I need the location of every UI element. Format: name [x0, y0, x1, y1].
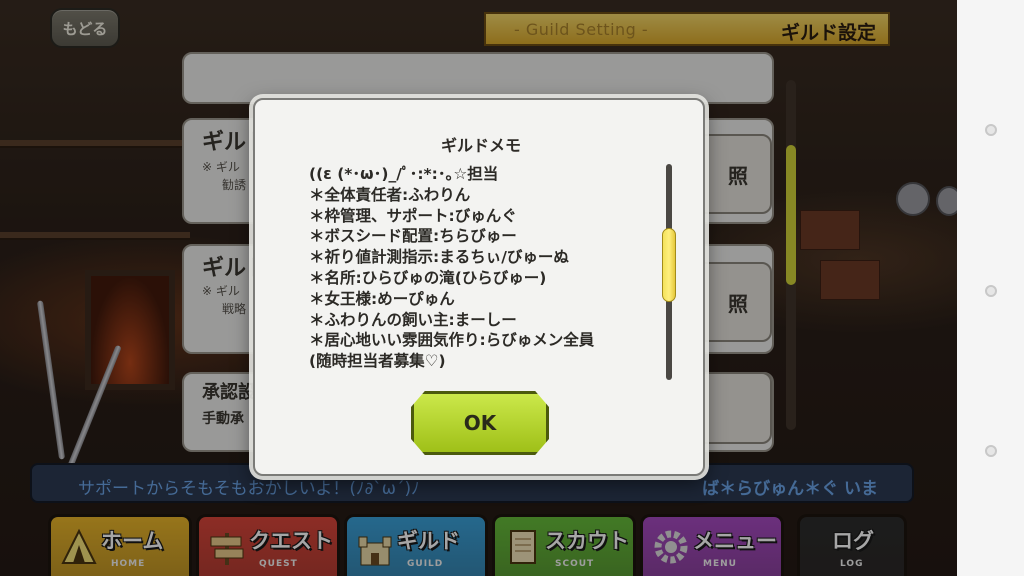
ok-button-label: OK	[463, 411, 497, 435]
memo-text-area[interactable]: ((ε (*･ω･)_/ﾟ･:*:･｡☆担当 ＊全体責任者:ふわりん ＊枠管理、サポ…	[309, 164, 661, 380]
system-home-button[interactable]	[985, 285, 997, 297]
system-back-button[interactable]	[985, 124, 997, 136]
ok-button[interactable]: OK	[411, 391, 549, 455]
memo-line: ＊全体責任者:ふわりん	[309, 185, 471, 204]
memo-line: ＊ボスシード配置:ちらびゅー	[309, 227, 517, 246]
memo-scrollbar-thumb[interactable]	[662, 227, 676, 302]
game-scene: ギルド ※ ギル 勧誘 照 ギルド ※ ギル 戦略 照 承認設 手動承 もどる …	[0, 0, 957, 576]
memo-line: ((ε (*･ω･)_/ﾟ･:*:･｡☆担当	[309, 165, 499, 183]
guild-memo-dialog: ギルドメモ ((ε (*･ω･)_/ﾟ･:*:･｡☆担当 ＊全体責任者:ふわりん ＊…	[253, 98, 705, 476]
memo-line: ＊ふわりんの飼い主:まーしー	[309, 310, 517, 329]
memo-line: ＊枠管理、サポート:びゅんぐ	[309, 206, 517, 225]
memo-line: (随時担当者募集♡)	[309, 352, 446, 371]
system-recents-button[interactable]	[985, 445, 997, 457]
dialog-title: ギルドメモ	[440, 136, 521, 155]
memo-line: ＊居心地いい雰囲気作り:らびゅメン全員	[309, 331, 595, 350]
memo-line: ＊名所:ひらびゅの滝(ひらびゅー)	[309, 268, 547, 287]
memo-line: ＊女王様:めーぴゅん	[309, 289, 455, 308]
system-nav-bar	[957, 0, 1024, 576]
memo-line: ＊祈り値計測指示:まるちぃ/びゅーぬ	[309, 248, 569, 267]
